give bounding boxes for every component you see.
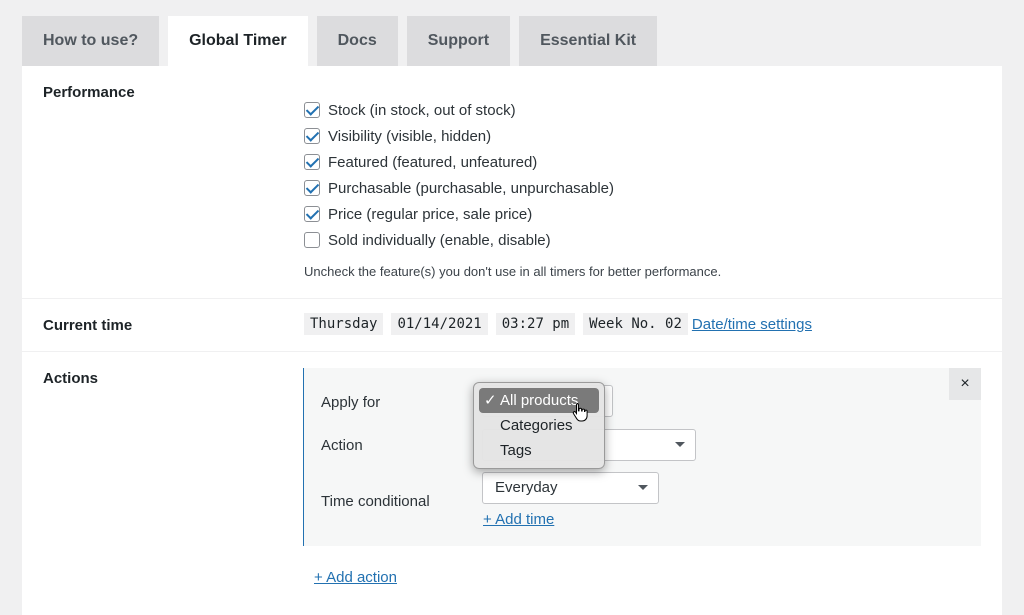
check-icon: ✓ — [484, 392, 497, 409]
checkbox-label: Purchasable (purchasable, unpurchasable) — [328, 179, 615, 197]
checkbox-box[interactable] — [304, 128, 320, 144]
checkbox-label: Price (regular price, sale price) — [328, 205, 533, 223]
tab-docs[interactable]: Docs — [316, 16, 398, 66]
datetime-settings-link[interactable]: Date/time settings — [692, 316, 812, 333]
divider — [22, 298, 1002, 299]
checkbox-price[interactable]: Price (regular price, sale price) — [304, 201, 614, 227]
hand-cursor-icon — [572, 403, 588, 422]
chevron-down-icon — [675, 442, 685, 447]
checkbox-purchasable[interactable]: Purchasable (purchasable, unpurchasable) — [304, 175, 614, 201]
time-conditional-value: Everyday — [495, 479, 558, 496]
tab-how-to-use[interactable]: How to use? — [22, 16, 160, 66]
checkbox-box[interactable] — [304, 232, 320, 248]
time-conditional-select[interactable]: Everyday — [482, 472, 659, 504]
dropdown-option-tags[interactable]: Tags — [479, 438, 599, 463]
checkbox-visibility[interactable]: Visibility (visible, hidden) — [304, 123, 614, 149]
checkbox-box[interactable] — [304, 180, 320, 196]
add-time-link[interactable]: + Add time — [483, 511, 554, 528]
actions-label: Actions — [43, 370, 99, 387]
checkbox-featured[interactable]: Featured (featured, unfeatured) — [304, 149, 614, 175]
checkbox-label: Featured (featured, unfeatured) — [328, 153, 538, 171]
checkbox-stock[interactable]: Stock (in stock, out of stock) — [304, 97, 614, 123]
tab-global-timer[interactable]: Global Timer — [168, 16, 308, 66]
divider — [22, 351, 1002, 352]
checkbox-box[interactable] — [304, 206, 320, 222]
checkbox-label: Sold individually (enable, disable) — [328, 231, 551, 249]
checkbox-box[interactable] — [304, 102, 320, 118]
time-conditional-label: Time conditional — [321, 493, 430, 510]
current-time-values: Thursday 01/14/2021 03:27 pm Week No. 02… — [304, 313, 812, 335]
checkbox-sold-individually[interactable]: Sold individually (enable, disable) — [304, 227, 614, 253]
current-time-label: Current time — [43, 317, 133, 334]
current-date: 01/14/2021 — [391, 313, 488, 335]
dropdown-option-label: All products — [500, 392, 579, 409]
performance-label: Performance — [43, 84, 135, 101]
dropdown-option-label: Categories — [500, 417, 573, 434]
dropdown-option-label: Tags — [500, 442, 532, 459]
current-week: Week No. 02 — [583, 313, 688, 335]
performance-hint: Uncheck the feature(s) you don't use in … — [304, 264, 722, 279]
tab-bar: How to use? Global Timer Docs Support Es… — [22, 16, 666, 66]
apply-for-label: Apply for — [321, 394, 381, 411]
current-day: Thursday — [304, 313, 384, 335]
apply-for-dropdown-menu: ✓ All products Categories Tags — [473, 382, 605, 469]
checkbox-box[interactable] — [304, 154, 320, 170]
action-item-box: × Apply for Action Time conditional Ever… — [303, 368, 981, 546]
tab-essential-kit[interactable]: Essential Kit — [519, 16, 658, 66]
settings-panel: Performance Stock (in stock, out of stoc… — [22, 66, 1002, 615]
checkbox-label: Stock (in stock, out of stock) — [328, 101, 516, 119]
current-clock: 03:27 pm — [495, 313, 576, 335]
add-action-link[interactable]: + Add action — [314, 569, 397, 586]
tab-support[interactable]: Support — [406, 16, 511, 66]
remove-action-button[interactable]: × — [949, 368, 981, 400]
chevron-down-icon — [638, 485, 648, 490]
action-label: Action — [321, 437, 363, 454]
performance-checkbox-list: Stock (in stock, out of stock) Visibilit… — [304, 97, 614, 253]
checkbox-label: Visibility (visible, hidden) — [328, 127, 492, 145]
